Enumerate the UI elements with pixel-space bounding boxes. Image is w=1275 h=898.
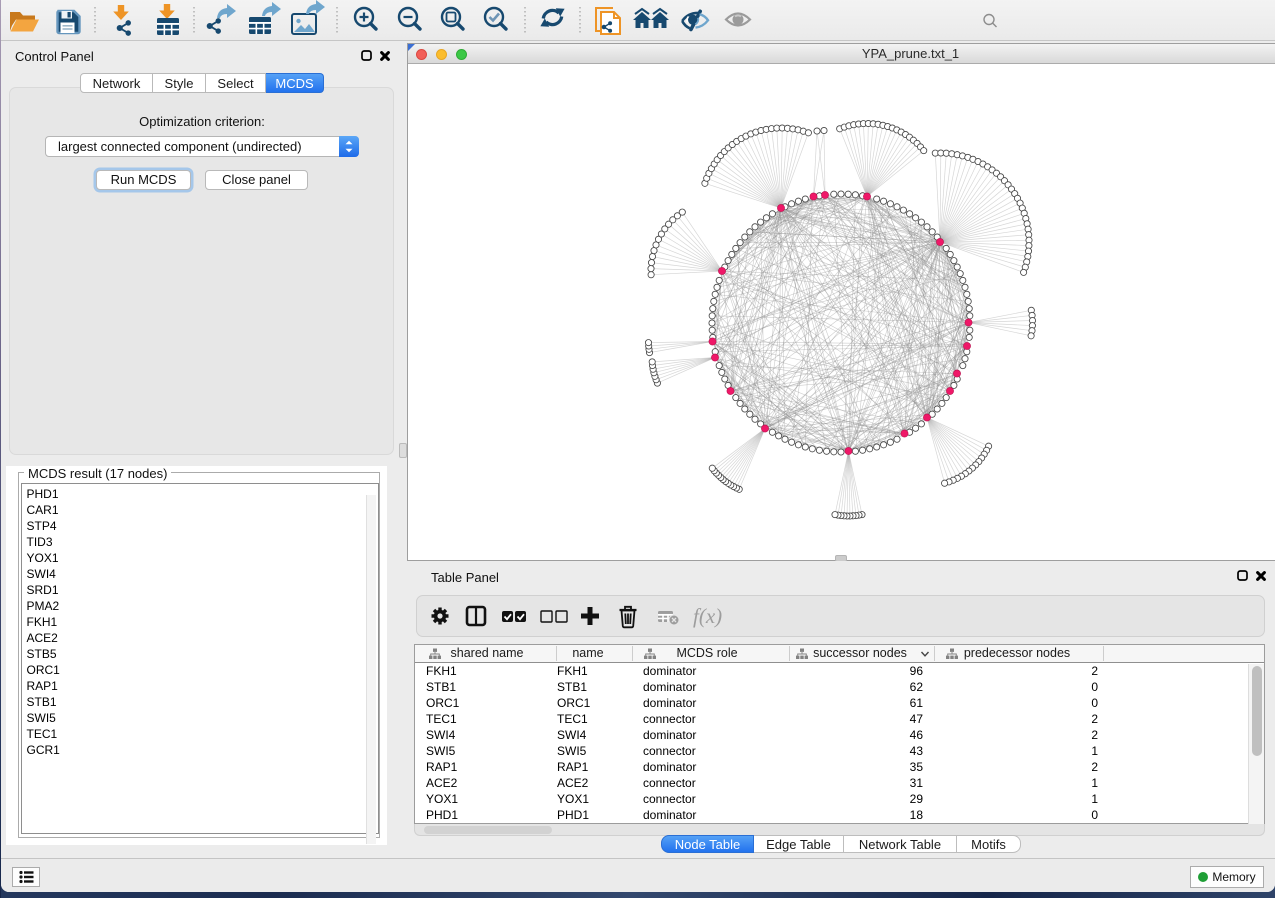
- svg-text:f(x): f(x): [693, 604, 722, 628]
